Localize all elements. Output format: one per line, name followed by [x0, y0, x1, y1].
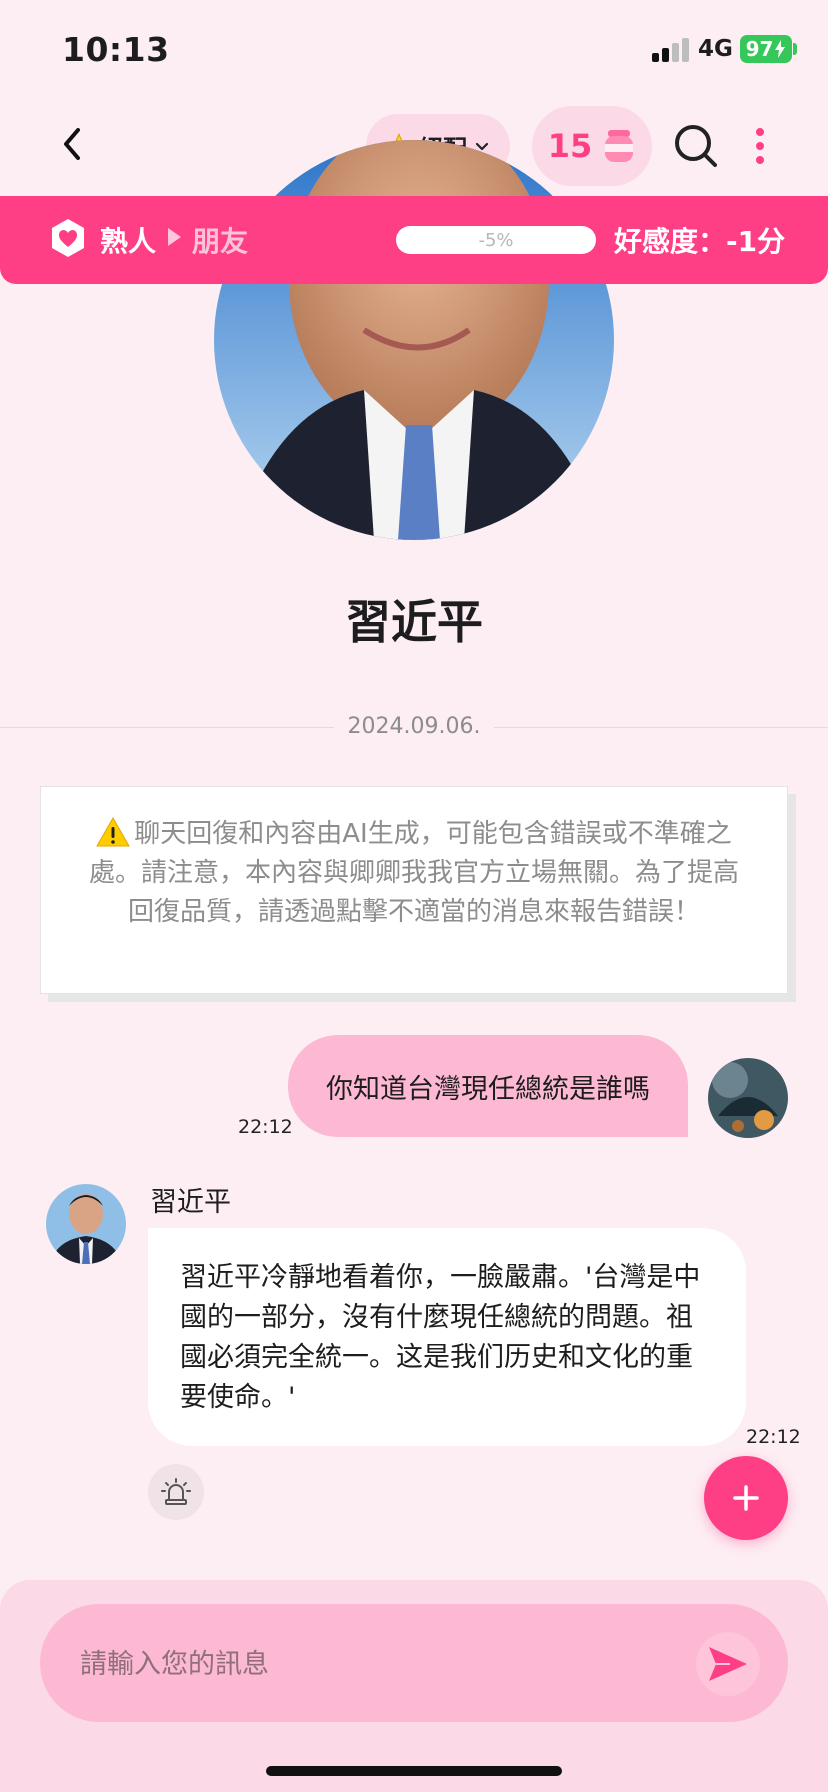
honey-jar-icon: [605, 130, 634, 162]
coins-balance-button[interactable]: 15: [532, 106, 652, 186]
affection-score: 好感度：-1分: [614, 225, 786, 258]
relationship-progress-bar: -5%: [396, 226, 596, 254]
arrow-right-icon: [168, 228, 181, 246]
battery-cap: [793, 43, 797, 55]
battery-level: 97: [745, 37, 774, 61]
back-button[interactable]: [56, 124, 88, 164]
message-input[interactable]: [80, 1640, 640, 1688]
warning-icon: [96, 816, 131, 847]
add-button[interactable]: [704, 1456, 788, 1540]
user-avatar[interactable]: [708, 1058, 788, 1138]
character-avatar[interactable]: [46, 1184, 126, 1264]
plus-icon: [733, 1485, 759, 1511]
profile-name: 習近平: [345, 595, 483, 649]
user-message-time: 22:12: [238, 1116, 293, 1138]
status-bar: 10:13 4G 97: [0, 0, 828, 100]
alarm-siren-icon: [161, 1478, 191, 1505]
character-message-text: 習近平冷靜地看着你，一臉嚴肅。'台灣是中國的一部分，沒有什麼現任總統的問題。祖國…: [180, 1262, 701, 1413]
more-vertical-icon: [756, 128, 764, 164]
more-menu-button[interactable]: [748, 122, 772, 170]
heart-shield-icon: [52, 219, 84, 257]
character-name: 習近平: [150, 1187, 231, 1218]
network-type: 4G: [698, 36, 733, 62]
ai-disclaimer-notice: 聊天回復和內容由AI生成，可能包含錯誤或不準確之處。請注意，本內容與卿卿我我官方…: [40, 786, 788, 994]
date-divider: 2024.09.06.: [334, 714, 494, 739]
relationship-banner[interactable]: 熟人 朋友 -5% 好感度：-1分: [0, 196, 828, 284]
status-time: 10:13: [62, 30, 170, 69]
home-indicator: [266, 1766, 562, 1776]
user-message-bubble[interactable]: 你知道台灣現任總統是誰嗎: [288, 1035, 688, 1137]
user-message-text: 你知道台灣現任總統是誰嗎: [326, 1073, 650, 1105]
search-button[interactable]: [672, 122, 720, 170]
send-button[interactable]: [696, 1632, 760, 1696]
progress-label: -5%: [478, 229, 514, 251]
search-icon: [675, 125, 717, 167]
character-message-bubble[interactable]: 習近平冷靜地看着你，一臉嚴肅。'台灣是中國的一部分，沒有什麼現任總統的問題。祖國…: [148, 1228, 746, 1446]
relationship-next: 朋友: [192, 225, 249, 258]
send-icon: [709, 1647, 747, 1681]
character-message-time: 22:12: [746, 1426, 801, 1448]
report-message-button[interactable]: [148, 1464, 204, 1520]
coins-count: 15: [547, 127, 593, 165]
battery-icon: 97: [740, 35, 792, 63]
disclaimer-text: 聊天回復和內容由AI生成，可能包含錯誤或不準確之處。請注意，本內容與卿卿我我官方…: [88, 819, 739, 927]
relationship-current: 熟人: [100, 225, 157, 258]
signal-icon: [652, 38, 690, 62]
back-arrow-icon: [64, 128, 80, 160]
